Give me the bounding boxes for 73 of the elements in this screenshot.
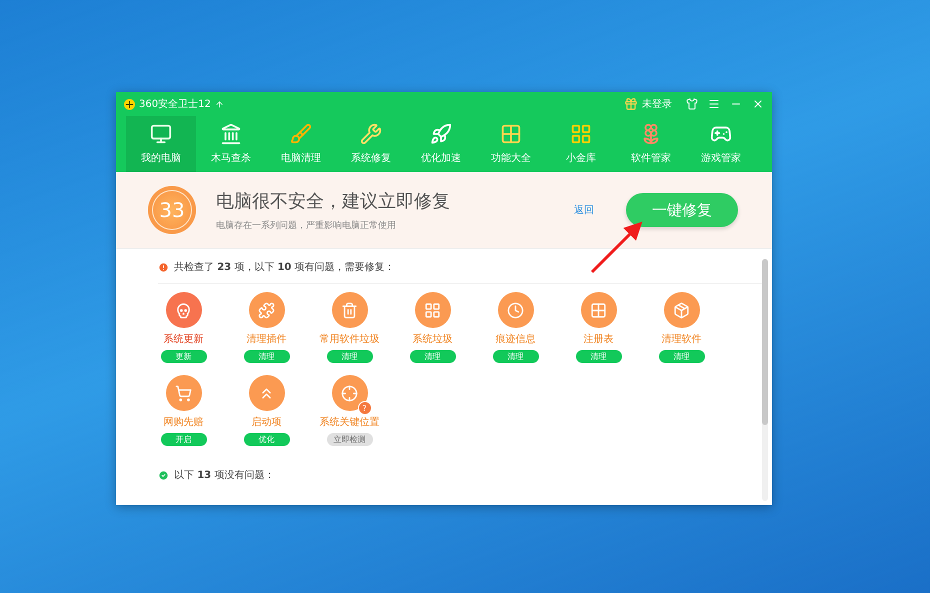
nav-label: 电脑清理: [281, 152, 321, 165]
nav-tab[interactable]: 软件管家: [616, 116, 686, 172]
action-button[interactable]: 清理: [492, 350, 538, 363]
action-button[interactable]: 清理: [576, 350, 622, 363]
problem-label: 注册表: [584, 332, 614, 346]
status-headline: 电脑很不安全，建议立即修复: [216, 190, 451, 212]
nav-tab[interactable]: 小金库: [546, 116, 616, 172]
check-icon: [158, 470, 169, 480]
action-button[interactable]: 开启: [160, 433, 206, 446]
help-badge: ?: [358, 401, 372, 415]
nav-label: 我的电脑: [141, 152, 181, 165]
nav-icon: [150, 123, 172, 145]
back-link[interactable]: 返回: [574, 203, 594, 217]
nav-icon: [430, 123, 452, 145]
nav-icon: [290, 123, 312, 145]
skin-icon[interactable]: [686, 98, 698, 110]
problem-icon: [341, 302, 358, 318]
login-link[interactable]: 未登录: [642, 97, 672, 111]
nav-tab[interactable]: 系统修复: [336, 116, 406, 172]
scrollbar[interactable]: [762, 259, 768, 501]
action-button[interactable]: 更新: [160, 350, 206, 363]
problem-icon: [590, 302, 607, 318]
ok-summary: 以下 13 项没有问题：: [174, 468, 274, 482]
action-button[interactable]: 清理: [326, 350, 372, 363]
problem-label: 网购先赔: [164, 416, 204, 429]
nav-label: 小金库: [566, 152, 596, 165]
action-button[interactable]: 优化: [244, 433, 290, 446]
nav-tab[interactable]: 我的电脑: [126, 116, 196, 172]
action-button[interactable]: 清理: [410, 350, 456, 363]
nav-icon: [500, 123, 522, 145]
scroll-thumb[interactable]: [762, 259, 768, 425]
nav-icon: [570, 123, 592, 145]
window-title: 360安全卫士12: [139, 98, 211, 111]
problem-icon: [507, 302, 524, 318]
score-badge: 33: [148, 186, 196, 234]
nav-icon: [360, 123, 382, 145]
problem-icon: [673, 302, 690, 318]
gift-icon[interactable]: [624, 97, 638, 111]
problem-label: 系统垃圾: [412, 332, 452, 346]
nav-tab[interactable]: 木马查杀: [196, 116, 266, 172]
problem-summary: 共检查了 23 项，以下 10 项有问题，需要修复：: [174, 260, 395, 274]
problem-icon: [424, 302, 441, 318]
action-button[interactable]: 清理: [244, 350, 290, 363]
close-icon[interactable]: [752, 98, 764, 110]
nav-tab[interactable]: 游戏管家: [686, 116, 756, 172]
problem-icon: [341, 384, 358, 402]
nav-label: 优化加速: [421, 152, 461, 165]
problem-label: 系统更新: [164, 332, 204, 346]
upgrade-icon[interactable]: [214, 100, 224, 108]
logo-icon: [124, 98, 135, 110]
problem-label: 痕迹信息: [496, 332, 536, 346]
problem-icon: [175, 384, 192, 402]
nav-tab[interactable]: 优化加速: [406, 116, 476, 172]
problem-icon: [175, 302, 192, 318]
nav-label: 功能大全: [491, 152, 531, 165]
problem-label: 启动项: [252, 416, 282, 429]
nav-icon: [220, 123, 242, 145]
fix-button[interactable]: 一键修复: [626, 193, 738, 227]
menu-icon[interactable]: [708, 98, 720, 110]
status-subline: 电脑存在一系列问题，严重影响电脑正常使用: [216, 220, 397, 232]
problem-label: 清理软件: [662, 332, 702, 346]
action-button[interactable]: 清理: [658, 350, 704, 363]
problem-label: 系统关键位置: [320, 416, 380, 429]
problem-label: 常用软件垃圾: [320, 332, 380, 346]
problem-label: 清理插件: [246, 332, 286, 346]
nav-label: 游戏管家: [701, 152, 741, 165]
nav-label: 木马查杀: [211, 152, 251, 165]
problem-icon: [258, 302, 275, 318]
nav-label: 软件管家: [631, 152, 671, 165]
nav-tab[interactable]: 电脑清理: [266, 116, 336, 172]
nav-tab[interactable]: 功能大全: [476, 116, 546, 172]
warning-icon: [158, 262, 169, 272]
nav-label: 系统修复: [351, 152, 391, 165]
